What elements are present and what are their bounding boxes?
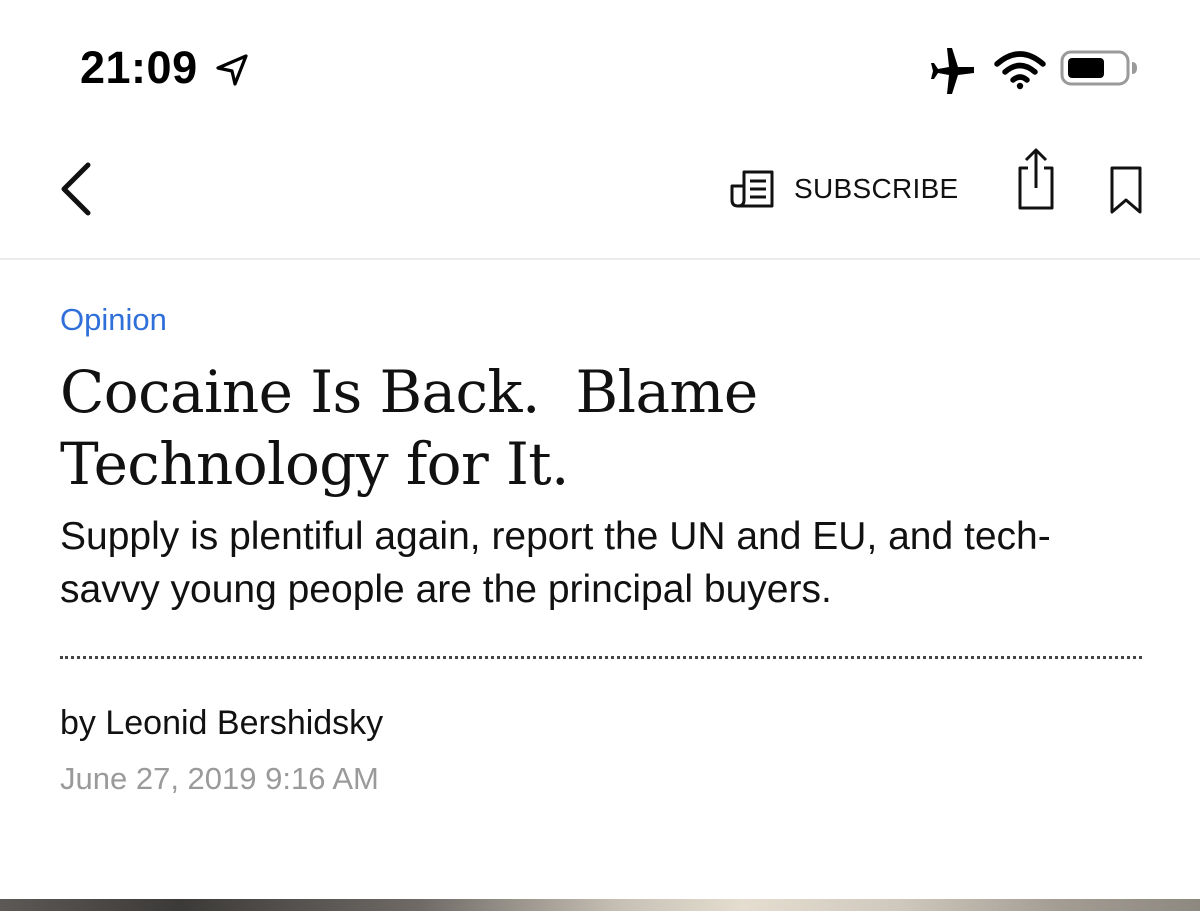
category-link[interactable]: Opinion <box>60 300 167 340</box>
location-arrow-icon <box>216 54 248 86</box>
dotted-divider <box>60 656 1142 659</box>
status-bar: 21:09 <box>0 0 1200 120</box>
article-header: Opinion Cocaine Is Back. Blame Technolog… <box>60 300 1144 799</box>
hero-image-edge <box>0 899 1200 911</box>
navigation-bar: SUBSCRIBE <box>0 120 1200 260</box>
subscribe-button[interactable]: SUBSCRIBE <box>728 164 959 214</box>
battery-icon <box>1060 50 1137 86</box>
subscribe-label: SUBSCRIBE <box>794 173 959 204</box>
byline: by Leonid Bershidsky <box>60 701 1144 745</box>
back-button[interactable] <box>50 155 106 223</box>
byline-prefix: by <box>60 704 106 742</box>
bookmark-icon[interactable] <box>1106 164 1146 216</box>
share-icon[interactable] <box>1012 144 1060 214</box>
status-time: 21:09 <box>80 42 198 93</box>
article-summary: Supply is plentiful again, report the UN… <box>60 515 1051 611</box>
wifi-icon <box>994 51 1046 90</box>
airplane-icon <box>931 48 974 94</box>
author-link[interactable]: Leonid Bershidsky <box>105 704 383 742</box>
publish-timestamp: June 27, 2019 9:16 AM <box>60 761 379 796</box>
headline: Cocaine Is Back. Blame Technology for It… <box>60 358 776 498</box>
newspaper-icon <box>730 170 774 208</box>
